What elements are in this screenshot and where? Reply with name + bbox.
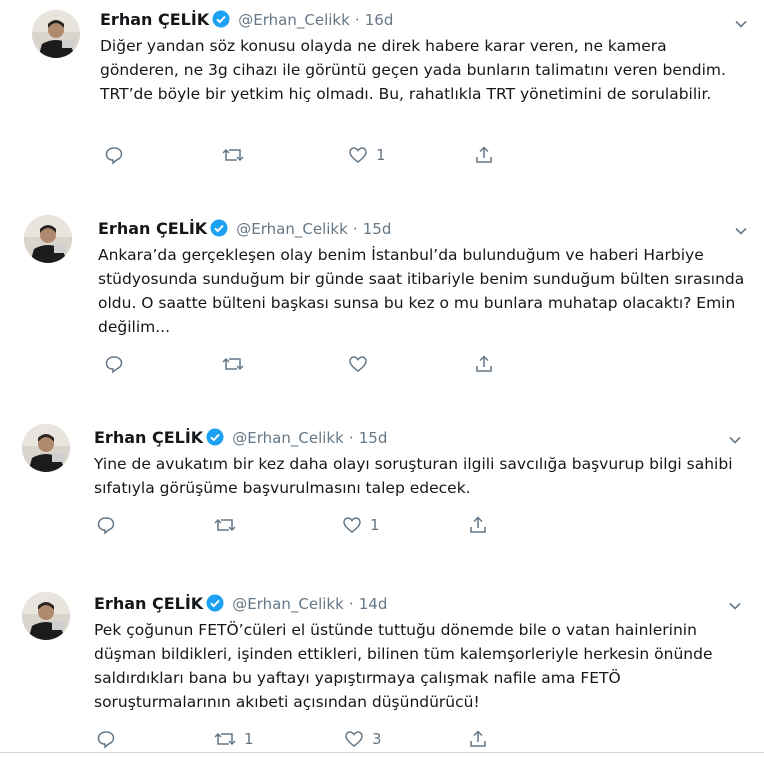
author-name[interactable]: Erhan ÇELİK	[94, 594, 203, 613]
reply-button[interactable]	[96, 728, 116, 750]
share-button[interactable]	[474, 144, 494, 166]
tweet-header: Erhan ÇELİK @Erhan_Celikk · 16d	[100, 10, 393, 33]
retweet-count: 1	[244, 730, 254, 748]
verified-badge-icon	[206, 428, 224, 451]
retweet-icon	[214, 729, 236, 749]
share-icon	[468, 515, 488, 535]
author-handle[interactable]: @Erhan_Celikk	[238, 11, 350, 29]
timestamp[interactable]: 15d	[359, 429, 388, 447]
reply-icon	[96, 515, 116, 535]
divider	[0, 752, 764, 753]
chevron-down-icon[interactable]	[728, 598, 742, 612]
reply-button[interactable]	[104, 353, 124, 375]
share-icon	[474, 145, 494, 165]
separator: ·	[352, 220, 358, 238]
chevron-down-icon[interactable]	[728, 432, 742, 446]
heart-icon	[348, 354, 368, 374]
like-count: 1	[376, 146, 386, 164]
share-icon	[468, 729, 488, 749]
retweet-button[interactable]	[214, 514, 244, 536]
verified-badge-icon	[210, 219, 228, 242]
tweet-text: Yine de avukatım bir kez daha olayı soru…	[94, 455, 733, 497]
reply-icon	[104, 145, 124, 165]
like-button[interactable]: 1	[342, 514, 380, 536]
retweet-button[interactable]: 1	[214, 728, 254, 750]
like-count: 1	[370, 516, 380, 534]
separator: ·	[348, 429, 354, 447]
tweet-1[interactable]: Erhan ÇELİK @Erhan_Celikk · 16d Diğer ya…	[14, 0, 760, 182]
share-icon	[474, 354, 494, 374]
author-name[interactable]: Erhan ÇELİK	[94, 428, 203, 447]
timestamp[interactable]: 14d	[359, 595, 388, 613]
tweet-actions: 1	[96, 514, 516, 536]
share-button[interactable]	[468, 728, 488, 750]
tweet-header: Erhan ÇELİK @Erhan_Celikk · 15d	[98, 219, 391, 242]
reply-icon	[104, 354, 124, 374]
heart-icon	[342, 515, 362, 535]
chevron-down-icon[interactable]	[734, 223, 748, 237]
separator: ·	[348, 595, 354, 613]
author-name[interactable]: Erhan ÇELİK	[98, 219, 207, 238]
heart-icon	[344, 729, 364, 749]
tweet-2[interactable]: Erhan ÇELİK @Erhan_Celikk · 15d Ankara’d…	[14, 205, 760, 383]
tweet-header: Erhan ÇELİK @Erhan_Celikk · 14d	[94, 594, 387, 617]
tweet-4[interactable]: Erhan ÇELİK @Erhan_Celikk · 14d Pek çoğu…	[10, 584, 758, 752]
verified-badge-icon	[206, 594, 224, 617]
author-handle[interactable]: @Erhan_Celikk	[232, 595, 344, 613]
author-name[interactable]: Erhan ÇELİK	[100, 10, 209, 29]
avatar[interactable]	[24, 215, 72, 263]
retweet-icon	[222, 145, 244, 165]
tweet-actions: 1 3	[96, 728, 516, 750]
heart-icon	[348, 145, 368, 165]
share-button[interactable]	[474, 353, 494, 375]
share-button[interactable]	[468, 514, 488, 536]
author-handle[interactable]: @Erhan_Celikk	[236, 220, 348, 238]
tweet-text: Ankara’da gerçekleşen olay benim İstanbu…	[98, 246, 745, 336]
tweet-3[interactable]: Erhan ÇELİK @Erhan_Celikk · 15d Yine de …	[10, 418, 758, 554]
like-button[interactable]: 3	[344, 728, 382, 750]
tweet-actions	[104, 353, 524, 375]
tweet-text: Diğer yandan söz konusu olayda ne direk …	[100, 37, 726, 103]
like-button[interactable]: 1	[348, 144, 386, 166]
reply-button[interactable]	[96, 514, 116, 536]
retweet-button[interactable]	[222, 144, 252, 166]
tweet-text: Pek çoğunun FETÖ’cüleri el üstünde tuttu…	[94, 621, 713, 711]
like-button[interactable]	[348, 353, 376, 375]
reply-button[interactable]	[104, 144, 124, 166]
avatar[interactable]	[22, 592, 70, 640]
tweet-header: Erhan ÇELİK @Erhan_Celikk · 15d	[94, 428, 387, 451]
avatar[interactable]	[32, 10, 80, 58]
retweet-button[interactable]	[222, 353, 252, 375]
retweet-icon	[222, 354, 244, 374]
avatar[interactable]	[22, 424, 70, 472]
timestamp[interactable]: 15d	[363, 220, 392, 238]
reply-icon	[96, 729, 116, 749]
retweet-icon	[214, 515, 236, 535]
author-handle[interactable]: @Erhan_Celikk	[232, 429, 344, 447]
separator: ·	[354, 11, 360, 29]
chevron-down-icon[interactable]	[734, 16, 748, 30]
verified-badge-icon	[212, 10, 230, 33]
tweet-actions: 1	[104, 144, 524, 166]
timestamp[interactable]: 16d	[365, 11, 394, 29]
like-count: 3	[372, 730, 382, 748]
